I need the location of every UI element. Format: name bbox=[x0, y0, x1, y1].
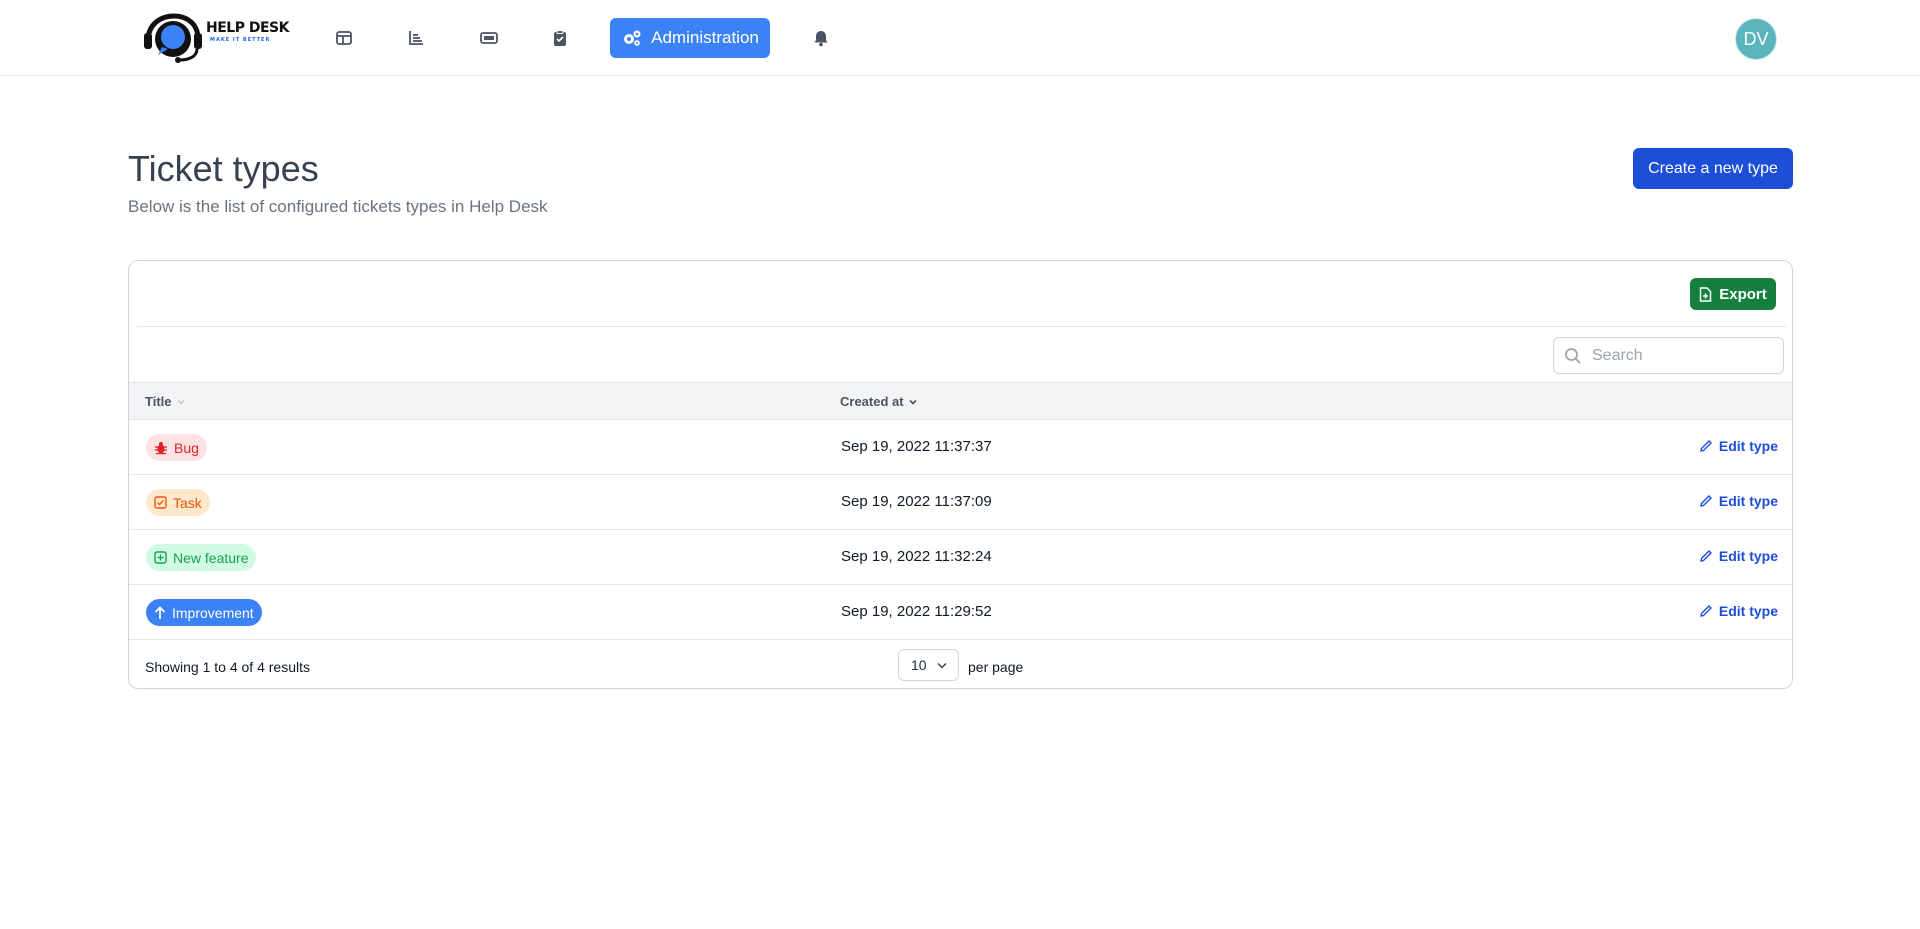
edit-type-label: Edit type bbox=[1718, 438, 1778, 454]
search-icon bbox=[1565, 347, 1581, 364]
created-at-cell: Sep 19, 2022 11:37:09 bbox=[841, 493, 992, 510]
search-input[interactable] bbox=[1592, 346, 1772, 365]
type-title: New feature bbox=[173, 549, 249, 566]
type-title: Task bbox=[173, 494, 202, 511]
type-title: Bug bbox=[174, 439, 199, 456]
create-new-type-button[interactable]: Create a new type bbox=[1633, 148, 1793, 189]
pencil-icon bbox=[1699, 550, 1712, 562]
page-title: Ticket types bbox=[128, 148, 319, 189]
column-title-label: Title bbox=[145, 394, 172, 409]
per-page-value: 10 bbox=[911, 657, 927, 673]
pencil-icon bbox=[1699, 495, 1712, 507]
administration-label: Administration bbox=[651, 28, 759, 47]
edit-type-label: Edit type bbox=[1718, 603, 1778, 619]
administration-button[interactable]: Administration bbox=[610, 18, 770, 58]
nav-tickets-icon[interactable] bbox=[475, 24, 503, 52]
logo-tagline: MAKE IT BETTER bbox=[210, 37, 271, 43]
column-header-title[interactable]: Title bbox=[145, 394, 185, 409]
edit-type-label: Edit type bbox=[1718, 548, 1778, 564]
edit-type-link[interactable]: Edit type bbox=[1699, 438, 1778, 454]
nav-dashboard-icon[interactable] bbox=[330, 24, 358, 52]
pagination-summary: Showing 1 to 4 of 4 results bbox=[145, 659, 310, 675]
top-navbar: HELP DESK MAKE IT BETTER Administration … bbox=[0, 0, 1920, 76]
notifications-bell-icon[interactable] bbox=[807, 24, 835, 52]
nav-tasks-icon[interactable] bbox=[546, 24, 574, 52]
arrow-up-icon bbox=[154, 605, 166, 619]
table-row: Bug Sep 19, 2022 11:37:37 Edit type bbox=[129, 420, 1792, 475]
export-button[interactable]: Export bbox=[1690, 278, 1776, 310]
page-subtitle: Below is the list of configured tickets … bbox=[128, 197, 548, 216]
logo-text: HELP DESK bbox=[206, 20, 289, 36]
pencil-icon bbox=[1699, 440, 1712, 452]
type-badge-bug: Bug bbox=[146, 434, 207, 461]
file-export-icon bbox=[1699, 286, 1712, 302]
type-badge-improvement: Improvement bbox=[146, 599, 262, 626]
column-created-at-label: Created at bbox=[840, 394, 904, 409]
table-header: Title Created at bbox=[129, 382, 1792, 420]
per-page-select[interactable]: 10 bbox=[898, 649, 959, 681]
search-box bbox=[1553, 337, 1784, 374]
nav-analytics-icon[interactable] bbox=[402, 24, 430, 52]
table-row: Improvement Sep 19, 2022 11:29:52 Edit t… bbox=[129, 585, 1792, 640]
gears-icon bbox=[624, 30, 641, 46]
created-at-cell: Sep 19, 2022 11:37:37 bbox=[841, 438, 992, 455]
ticket-types-table-card: Export Title Created at Bug Sep 19, 2022… bbox=[128, 260, 1793, 689]
edit-type-label: Edit type bbox=[1718, 493, 1778, 509]
type-title: Improvement bbox=[172, 604, 254, 621]
sort-chevron-down-icon bbox=[909, 399, 917, 405]
edit-type-link[interactable]: Edit type bbox=[1699, 493, 1778, 509]
toolbar-divider bbox=[137, 326, 1786, 327]
sort-chevron-icon bbox=[177, 399, 184, 404]
pencil-icon bbox=[1699, 605, 1712, 617]
edit-type-link[interactable]: Edit type bbox=[1699, 603, 1778, 619]
edit-type-link[interactable]: Edit type bbox=[1699, 548, 1778, 564]
type-badge-task: Task bbox=[146, 489, 210, 516]
bug-icon bbox=[155, 441, 167, 454]
column-header-created-at[interactable]: Created at bbox=[840, 394, 917, 409]
table-row: Task Sep 19, 2022 11:37:09 Edit type bbox=[129, 475, 1792, 530]
export-label: Export bbox=[1719, 285, 1767, 303]
created-at-cell: Sep 19, 2022 11:32:24 bbox=[841, 548, 992, 565]
chevron-down-icon bbox=[937, 662, 947, 669]
type-badge-new-feature: New feature bbox=[146, 544, 257, 571]
help-desk-logo[interactable]: HELP DESK MAKE IT BETTER bbox=[142, 13, 289, 63]
per-page-label: per page bbox=[968, 659, 1024, 675]
user-avatar[interactable]: DV bbox=[1735, 18, 1777, 60]
headset-logo-icon bbox=[144, 13, 202, 63]
table-row: New feature Sep 19, 2022 11:32:24 Edit t… bbox=[129, 530, 1792, 585]
checkbox-icon bbox=[154, 496, 167, 509]
plus-square-icon bbox=[154, 551, 167, 564]
created-at-cell: Sep 19, 2022 11:29:52 bbox=[841, 603, 992, 620]
